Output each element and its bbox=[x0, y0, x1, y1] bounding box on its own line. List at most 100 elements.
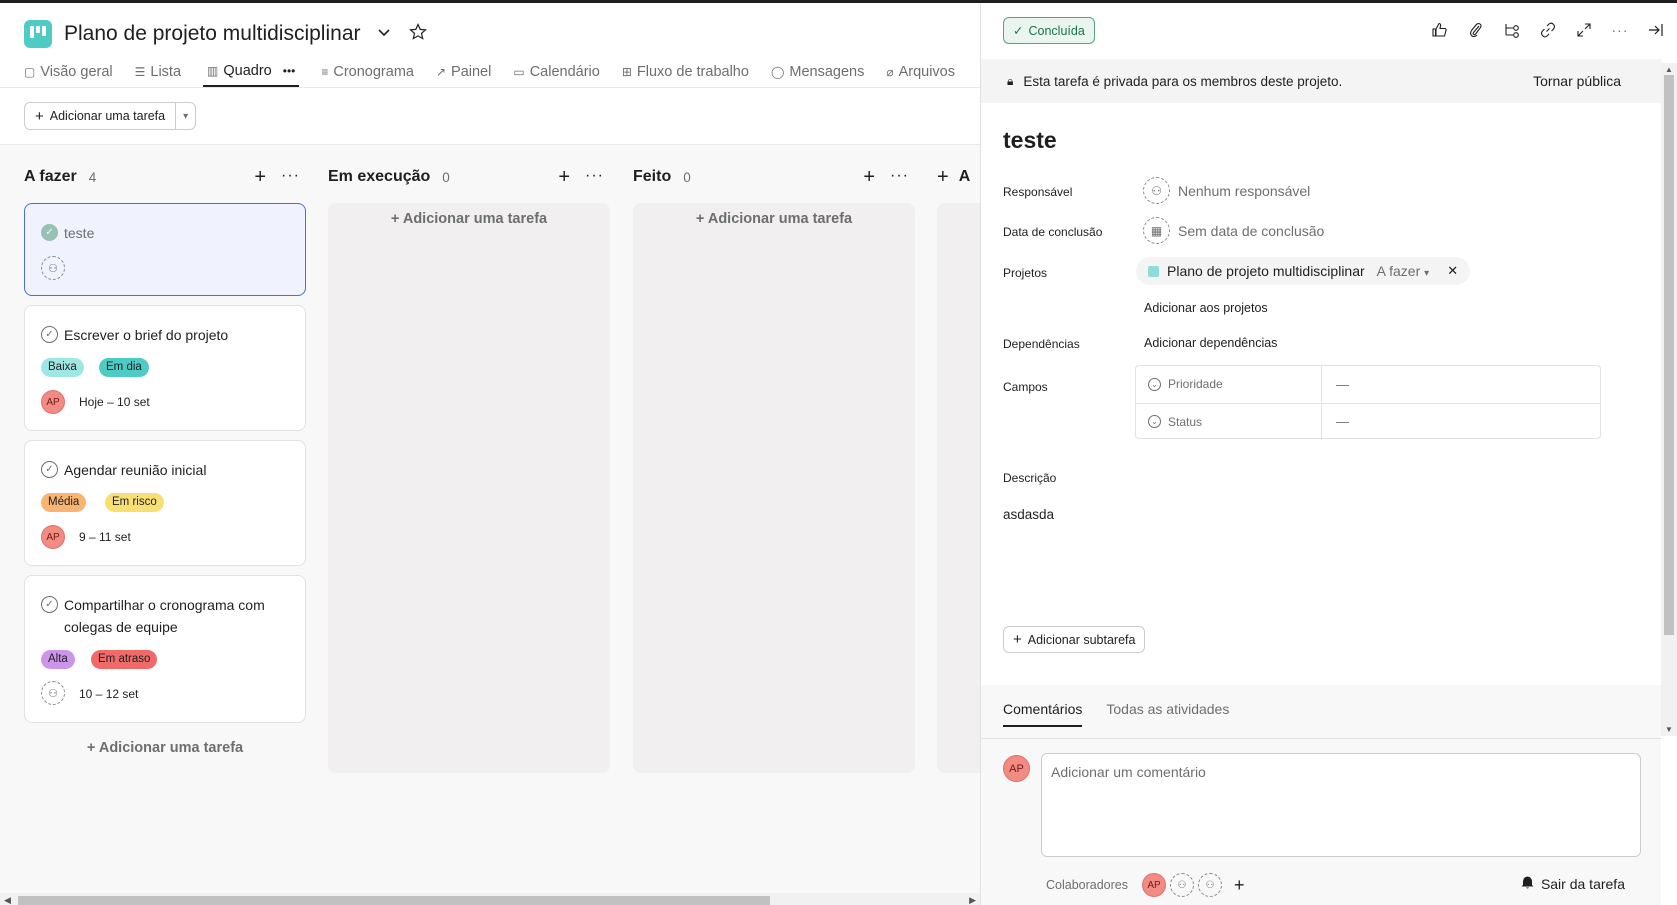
more-icon[interactable]: ··· bbox=[585, 165, 604, 187]
add-card-icon[interactable]: + bbox=[558, 165, 570, 189]
project-title[interactable]: Plano de projeto multidisciplinar bbox=[64, 22, 361, 46]
tab-timeline[interactable]: ≡ Cronograma bbox=[321, 59, 414, 87]
more-icon[interactable]: ··· bbox=[1611, 21, 1629, 39]
description-editor[interactable]: asdasda bbox=[1003, 507, 1054, 522]
lock-icon: 🔒︎ bbox=[1007, 73, 1014, 88]
field-row-status: ⌄ Status — bbox=[1136, 403, 1600, 440]
unassigned-avatar-icon[interactable]: ⚇ bbox=[41, 681, 65, 705]
status-value[interactable]: — bbox=[1322, 414, 1349, 429]
more-icon[interactable]: ••• bbox=[283, 64, 296, 78]
check-circle-icon[interactable]: ✓ bbox=[41, 326, 58, 343]
scrollbar-thumb[interactable] bbox=[18, 896, 770, 905]
user-icon: ⚇ bbox=[1143, 177, 1170, 204]
check-circle-icon[interactable]: ✓ bbox=[41, 461, 58, 478]
expand-icon[interactable] bbox=[1575, 21, 1593, 39]
make-public-button[interactable]: Tornar pública bbox=[1533, 73, 1621, 89]
user-icon[interactable]: ⚇ bbox=[1198, 873, 1222, 897]
tab-all-activity[interactable]: Todas as atividades bbox=[1106, 701, 1229, 727]
leave-task-button[interactable]: Sair da tarefa bbox=[1520, 875, 1625, 893]
scrollbar-thumb[interactable] bbox=[1664, 75, 1674, 635]
column-count: 0 bbox=[683, 169, 691, 185]
add-subtask-button[interactable]: + Adicionar subtarefa bbox=[1003, 626, 1146, 653]
due-date[interactable]: 10 – 12 set bbox=[79, 687, 138, 701]
add-task-dropdown-button[interactable]: ▾ bbox=[176, 102, 197, 130]
tab-comments[interactable]: Comentários bbox=[1003, 701, 1083, 727]
task-title[interactable]: teste bbox=[1003, 127, 1057, 154]
task-card[interactable]: ✓ teste ⚇ bbox=[24, 203, 306, 296]
star-icon[interactable] bbox=[407, 22, 429, 46]
add-task-link[interactable]: + Adicionar uma tarefa bbox=[24, 740, 306, 756]
check-circle-icon[interactable]: ✓ bbox=[41, 596, 58, 613]
close-panel-icon[interactable] bbox=[1647, 21, 1665, 39]
tab-dashboard[interactable]: ↗ Painel bbox=[436, 59, 491, 87]
vertical-scrollbar[interactable]: ▲ ▼ bbox=[1661, 63, 1677, 736]
unassigned-avatar-icon[interactable]: ⚇ bbox=[41, 256, 65, 280]
column-title[interactable]: A fazer bbox=[24, 168, 77, 186]
add-collaborator-icon[interactable]: + bbox=[1234, 875, 1245, 896]
tab-messages[interactable]: ◯ Mensagens bbox=[771, 59, 864, 87]
check-circle-icon[interactable]: ✓ bbox=[41, 224, 58, 241]
calendar-icon: ▭ bbox=[513, 65, 525, 79]
priority-value[interactable]: — bbox=[1322, 377, 1349, 392]
privacy-banner: 🔒︎ Esta tarefa é privada para os membros… bbox=[981, 59, 1661, 103]
comment-input[interactable]: Adicionar um comentário bbox=[1041, 753, 1641, 857]
mark-complete-button[interactable]: ✓ Concluída bbox=[1003, 17, 1095, 44]
plus-icon[interactable]: + bbox=[937, 166, 949, 189]
due-date[interactable]: 9 – 11 set bbox=[79, 530, 131, 544]
column-title[interactable]: Em execução bbox=[328, 168, 430, 186]
avatar[interactable]: AP bbox=[41, 390, 65, 414]
board-toolbar: + Adicionar uma tarefa ▾ bbox=[24, 102, 197, 130]
column-count: 4 bbox=[88, 169, 97, 185]
add-dependencies-link[interactable]: Adicionar dependências bbox=[1144, 336, 1277, 350]
link-icon[interactable] bbox=[1539, 21, 1557, 39]
project-name[interactable]: Plano de projeto multidisciplinar bbox=[1167, 263, 1365, 279]
tab-workflow[interactable]: ⊞ Fluxo de trabalho bbox=[622, 59, 749, 87]
description-label: Descrição bbox=[1003, 471, 1057, 485]
add-card-icon[interactable]: + bbox=[863, 165, 875, 189]
scroll-up-icon[interactable]: ▲ bbox=[1665, 65, 1673, 74]
dashboard-icon: ↗ bbox=[435, 65, 447, 79]
section-dropdown[interactable]: A fazer ▾ bbox=[1377, 263, 1430, 279]
assignee-field[interactable]: ⚇ Nenhum responsável bbox=[1143, 177, 1310, 204]
tab-overview[interactable]: ▢ Visão geral bbox=[24, 59, 113, 87]
card-title: teste bbox=[64, 225, 95, 241]
project-chip[interactable]: Plano de projeto multidisciplinar A faze… bbox=[1136, 257, 1471, 285]
tab-list[interactable]: ☰ Lista bbox=[135, 59, 181, 87]
remove-project-icon[interactable]: ✕ bbox=[1447, 263, 1458, 279]
scroll-down-icon[interactable]: ▼ bbox=[1665, 725, 1673, 734]
detail-toolbar: ··· bbox=[1431, 21, 1665, 39]
add-task-link[interactable]: + Adicionar uma tarefa bbox=[633, 211, 915, 227]
chevron-down-icon[interactable] bbox=[373, 25, 395, 44]
column-title[interactable]: Feito bbox=[633, 168, 671, 186]
priority-badge: Média bbox=[41, 493, 87, 512]
tab-calendar[interactable]: ▭ Calendário bbox=[513, 59, 599, 87]
comments-section: Comentários Todas as atividades AP Adici… bbox=[981, 685, 1661, 905]
column-title[interactable]: A bbox=[959, 168, 971, 186]
due-date-field[interactable]: ▦ Sem data de conclusão bbox=[1143, 217, 1324, 244]
add-task-link[interactable]: + Adicionar uma tarefa bbox=[328, 211, 610, 227]
field-name: Status bbox=[1168, 414, 1203, 429]
avatar[interactable]: AP bbox=[41, 525, 65, 549]
like-icon[interactable] bbox=[1431, 21, 1449, 39]
more-icon[interactable]: ··· bbox=[890, 165, 909, 187]
scroll-left-icon[interactable]: ◀ bbox=[4, 895, 11, 905]
horizontal-scrollbar[interactable]: ◀ ▶ bbox=[0, 893, 980, 905]
column-drop-area[interactable] bbox=[633, 203, 915, 773]
attachment-icon[interactable] bbox=[1467, 21, 1485, 39]
tab-board[interactable]: ▥ Quadro ••• bbox=[203, 59, 300, 87]
task-card[interactable]: ✓ Agendar reunião inicial Média Em risco … bbox=[24, 440, 306, 566]
project-board-icon[interactable] bbox=[24, 20, 52, 48]
more-icon[interactable]: ··· bbox=[281, 165, 300, 187]
add-card-icon[interactable]: + bbox=[254, 165, 266, 189]
user-icon[interactable]: ⚇ bbox=[1170, 873, 1194, 897]
tab-files[interactable]: ⌀ Arquivos bbox=[886, 59, 955, 87]
avatar[interactable]: AP bbox=[1142, 873, 1166, 897]
add-to-projects-link[interactable]: Adicionar aos projetos bbox=[1144, 301, 1268, 315]
subtask-icon[interactable] bbox=[1503, 21, 1521, 39]
task-card[interactable]: ✓ Escrever o brief do projeto Baixa Em di… bbox=[24, 305, 306, 431]
task-card[interactable]: ✓ Compartilhar o cronograma com colegas d… bbox=[24, 575, 306, 723]
scroll-right-icon[interactable]: ▶ bbox=[969, 895, 976, 905]
column-drop-area[interactable] bbox=[328, 203, 610, 773]
due-date[interactable]: Hoje – 10 set bbox=[79, 395, 150, 409]
add-task-button[interactable]: + Adicionar uma tarefa bbox=[24, 102, 177, 130]
